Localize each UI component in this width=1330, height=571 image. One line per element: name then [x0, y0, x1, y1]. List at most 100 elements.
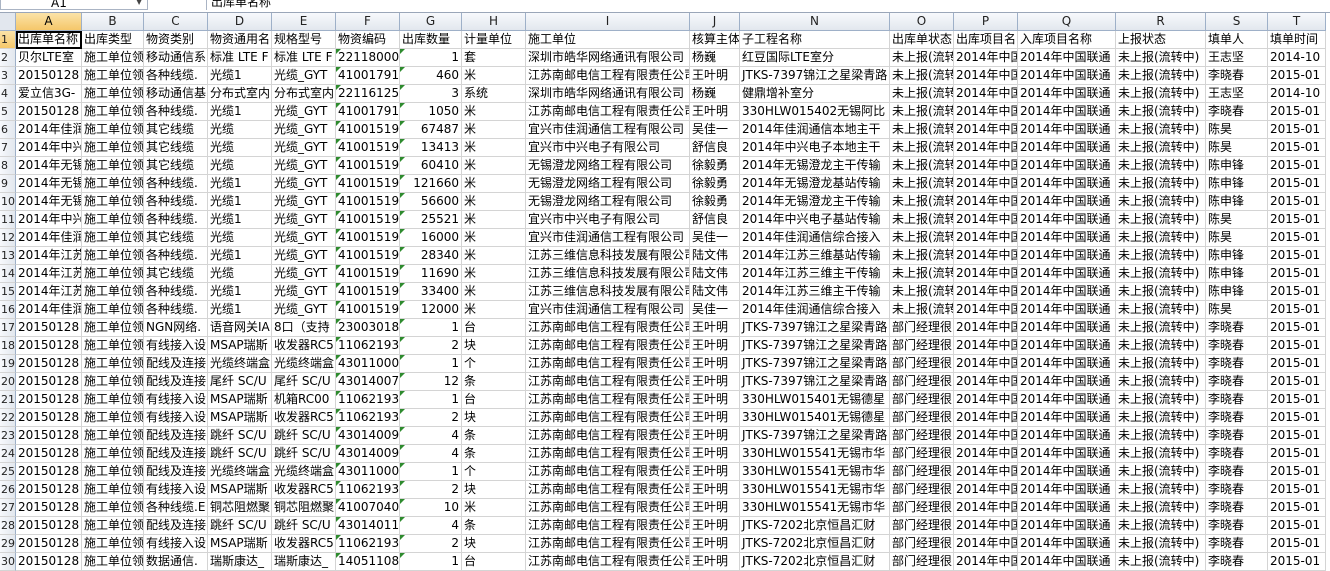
cell[interactable]: JTKS-7397锦江之星梁青路 — [740, 355, 890, 373]
cell[interactable]: 28340 — [400, 247, 462, 265]
row-header[interactable]: 19 — [0, 355, 16, 373]
cell[interactable]: 施工单位领 — [82, 517, 144, 535]
cell[interactable]: 2014年无锡 — [16, 157, 82, 175]
cell[interactable]: 110621935 — [336, 535, 400, 553]
cell[interactable]: 部门经理很 — [890, 355, 954, 373]
row-header[interactable]: 17 — [0, 319, 16, 337]
cell[interactable]: 20150128日 — [16, 103, 82, 121]
cell[interactable]: 221161254 — [336, 85, 400, 103]
cell[interactable]: 出库单状态 — [890, 31, 954, 49]
cell[interactable]: 吴佳一 — [690, 121, 740, 139]
cell[interactable]: 施工单位领 — [82, 319, 144, 337]
cell[interactable]: 出库数量 — [400, 31, 462, 49]
cell[interactable]: 施工单位领 — [82, 247, 144, 265]
cell[interactable]: 填单人 — [1206, 31, 1268, 49]
cell[interactable]: 2014年中国联通 — [1018, 49, 1116, 67]
cell[interactable]: 米 — [462, 103, 526, 121]
cell[interactable]: 2015-01 — [1268, 121, 1326, 139]
cell[interactable]: 410015193 — [336, 175, 400, 193]
cell[interactable]: JTKS-7397锦江之星梁青路 — [740, 337, 890, 355]
cell[interactable]: 施工单位领 — [82, 139, 144, 157]
cell[interactable]: 各种线缆. — [144, 103, 208, 121]
cell[interactable]: 2014年中国 — [954, 193, 1018, 211]
cell[interactable]: 机箱RC00 — [272, 391, 336, 409]
cell[interactable]: 光缆终端盒 — [272, 355, 336, 373]
cell[interactable]: 33400 — [400, 283, 462, 301]
cell[interactable]: 配线及连接 — [144, 445, 208, 463]
cell[interactable]: 米 — [462, 211, 526, 229]
cell[interactable]: 2015-01 — [1268, 229, 1326, 247]
cell[interactable]: 米 — [462, 265, 526, 283]
cell[interactable]: 2015-01 — [1268, 391, 1326, 409]
cell[interactable]: 2 — [400, 409, 462, 427]
cell[interactable]: 光缆_GYT — [272, 193, 336, 211]
cell[interactable]: 有线接入设 — [144, 481, 208, 499]
cell[interactable]: 光缆1 — [208, 283, 272, 301]
cell[interactable]: 台 — [462, 391, 526, 409]
cell[interactable]: 系统 — [462, 85, 526, 103]
cell[interactable]: 施工单位领 — [82, 49, 144, 67]
cell[interactable]: 江苏南邮电信工程有限责任公司 — [526, 535, 690, 553]
cell[interactable]: 2014年中兴 — [16, 139, 82, 157]
cell[interactable]: 20150128日 — [16, 553, 82, 571]
column-header-i[interactable]: I — [526, 13, 690, 31]
column-header-d[interactable]: D — [208, 13, 272, 31]
cell[interactable]: 未上报(流转 — [890, 175, 954, 193]
cell[interactable]: 未上报(流转中) — [1116, 103, 1206, 121]
cell[interactable]: JTKS-7202北京恒昌汇财 — [740, 535, 890, 553]
cell[interactable]: 2014年中国联通 — [1018, 427, 1116, 445]
cell[interactable]: 物资通用名 — [208, 31, 272, 49]
cell[interactable]: 430140097 — [336, 445, 400, 463]
cell[interactable]: 李晓春 — [1206, 499, 1268, 517]
cell[interactable]: 王叶明 — [690, 373, 740, 391]
cell[interactable]: 王叶明 — [690, 337, 740, 355]
cell[interactable]: 光缆 — [208, 121, 272, 139]
cell[interactable]: 110621935 — [336, 409, 400, 427]
cell[interactable]: 1 — [400, 463, 462, 481]
cell[interactable]: MSAP瑞斯 — [208, 481, 272, 499]
cell[interactable]: 410015193 — [336, 211, 400, 229]
cell[interactable]: 330HLW015541无锡市华 — [740, 445, 890, 463]
cell[interactable]: 部门经理很 — [890, 499, 954, 517]
cell[interactable]: 2014年江苏三维主干传输 — [740, 265, 890, 283]
cell[interactable]: 舒信良 — [690, 139, 740, 157]
row-header[interactable]: 25 — [0, 463, 16, 481]
row-header[interactable]: 13 — [0, 247, 16, 265]
cell[interactable]: JTKS-7202北京恒昌汇财 — [740, 517, 890, 535]
cell[interactable]: 陆文伟 — [690, 283, 740, 301]
cell[interactable]: 2014年中国 — [954, 49, 1018, 67]
cell[interactable]: 徐毅勇 — [690, 157, 740, 175]
cell[interactable]: 铜芯阻燃聚 — [208, 499, 272, 517]
cell[interactable]: 施工单位领 — [82, 445, 144, 463]
cell[interactable]: 江苏南邮电信工程有限责任公司 — [526, 481, 690, 499]
cell[interactable]: 王叶明 — [690, 553, 740, 571]
cell[interactable]: 未上报(流转中) — [1116, 481, 1206, 499]
cell[interactable]: 2015-01 — [1268, 553, 1326, 571]
cell[interactable]: 移动通信基 — [144, 85, 208, 103]
cell[interactable]: 光缆1 — [208, 103, 272, 121]
cell[interactable]: 健鼎增补室分 — [740, 85, 890, 103]
row-header[interactable]: 8 — [0, 157, 16, 175]
formula-input[interactable]: 出库单名称 — [206, 0, 1330, 10]
cell[interactable]: 出库类型 — [82, 31, 144, 49]
cell[interactable]: 2015-01 — [1268, 517, 1326, 535]
cell[interactable]: 施工单位领 — [82, 103, 144, 121]
cell[interactable]: 2014年中国联通 — [1018, 211, 1116, 229]
column-header-q[interactable]: Q — [1018, 13, 1116, 31]
cell[interactable]: 2014年中国联通 — [1018, 409, 1116, 427]
cell[interactable]: 20150128日 — [16, 445, 82, 463]
cell[interactable]: 2014年中国联通 — [1018, 319, 1116, 337]
row-header[interactable]: 4 — [0, 85, 16, 103]
cell[interactable]: 未上报(流转 — [890, 121, 954, 139]
cell[interactable]: 330HLW015401无锡德星 — [740, 391, 890, 409]
cell[interactable]: 410015193 — [336, 265, 400, 283]
cell[interactable]: 2014年中国 — [954, 319, 1018, 337]
cell[interactable]: 舒信良 — [690, 211, 740, 229]
row-header[interactable]: 27 — [0, 499, 16, 517]
cell[interactable]: 2014年中国 — [954, 337, 1018, 355]
cell[interactable]: MSAP瑞斯 — [208, 535, 272, 553]
cell[interactable]: 光缆_GYT — [272, 301, 336, 319]
cell[interactable]: 2014年中国 — [954, 517, 1018, 535]
column-header-p[interactable]: P — [954, 13, 1018, 31]
row-header[interactable]: 28 — [0, 517, 16, 535]
